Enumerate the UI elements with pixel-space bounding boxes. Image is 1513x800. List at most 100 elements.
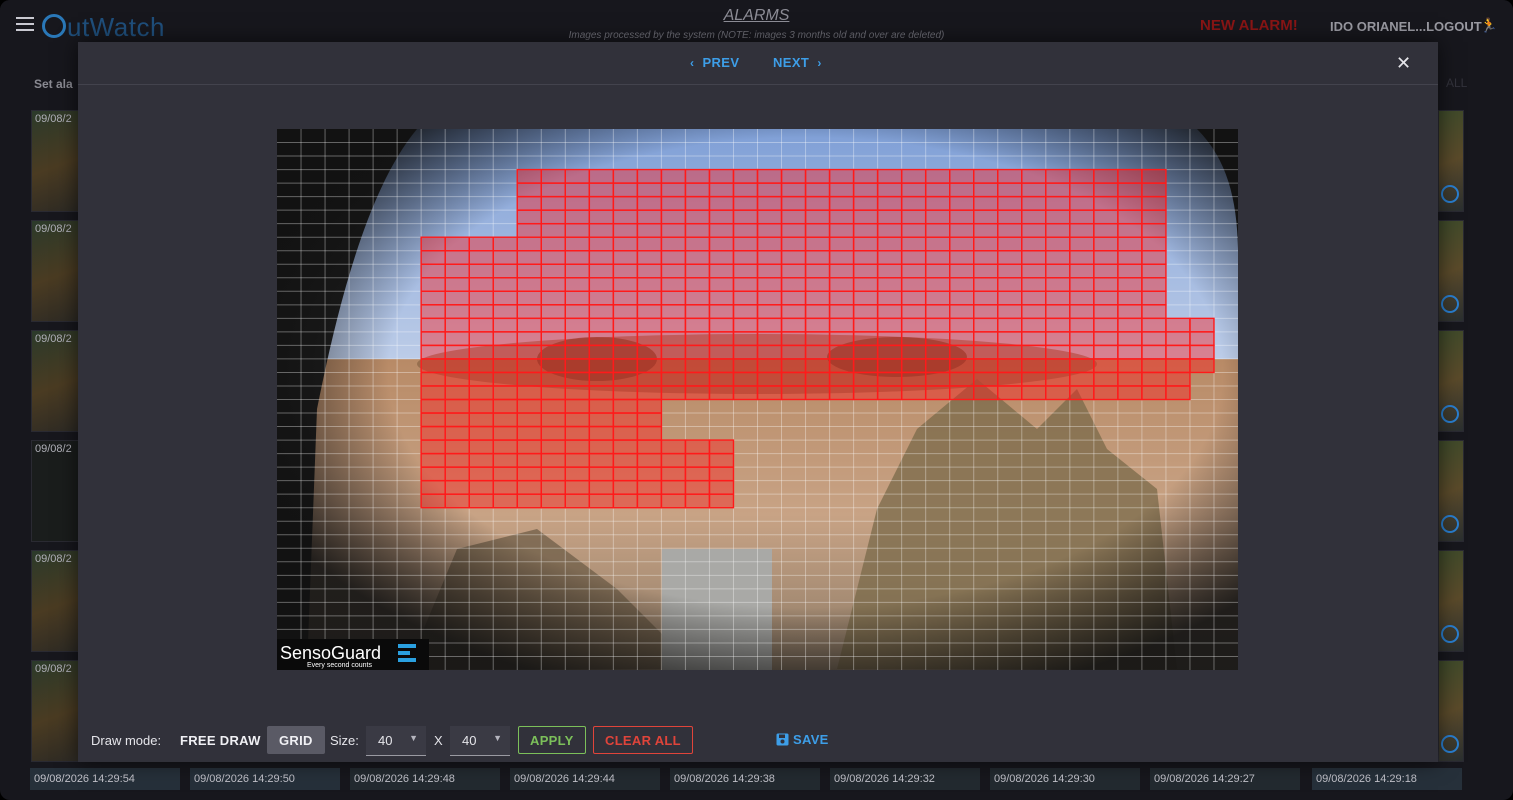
grid-cell-selected[interactable] [1093,195,1119,211]
grid-cell-selected[interactable] [732,371,759,387]
grid-cell-selected[interactable] [660,168,687,184]
grid-cell-selected[interactable] [540,304,566,320]
grid-cell-selected[interactable] [924,250,951,265]
grid-cell-selected[interactable] [780,290,807,306]
grid-cell-selected[interactable] [468,250,494,265]
grid-cell-selected[interactable] [780,371,807,387]
next-button[interactable]: NEXT › [773,55,822,70]
grid-cell-selected[interactable] [708,263,735,279]
grid-cell-selected[interactable] [684,344,711,360]
grid-cell-selected[interactable] [997,371,1023,387]
grid-cell-selected[interactable] [564,385,591,401]
grid-cell-selected[interactable] [636,182,663,198]
grid-cell-selected[interactable] [516,236,542,252]
grid-cell-selected[interactable] [420,317,446,333]
grid-cell-selected[interactable] [420,425,446,441]
grid-cell-selected[interactable] [973,358,999,374]
grid-cell-selected[interactable] [708,493,735,509]
grid-cell-selected[interactable] [804,209,831,225]
grid-cell-selected[interactable] [852,209,879,225]
grid-cell-selected[interactable] [636,493,663,509]
grid-cell-selected[interactable] [852,344,879,360]
grid-cell-selected[interactable] [636,439,663,455]
grid-cell-selected[interactable] [612,344,639,360]
grid-cell-selected[interactable] [468,425,494,441]
grid-cell-selected[interactable] [1045,371,1071,387]
grid-cell-selected[interactable] [540,331,566,347]
grid-cell-selected[interactable] [564,493,591,509]
prev-button[interactable]: ‹ PREV [690,55,739,70]
grid-cell-selected[interactable] [468,398,494,414]
grid-cell-selected[interactable] [1093,317,1119,333]
grid-cell-selected[interactable] [612,195,639,211]
grid-cell-selected[interactable] [612,236,639,252]
grid-cell-selected[interactable] [540,398,566,414]
grid-cell-selected[interactable] [492,236,518,252]
grid-cell-selected[interactable] [564,331,591,347]
grid-cell-selected[interactable] [1117,317,1143,333]
grid-cell-selected[interactable] [756,371,783,387]
grid-cell-selected[interactable] [420,263,446,279]
grid-cell-selected[interactable] [732,250,759,265]
grid-cell-selected[interactable] [997,358,1023,374]
grid-cell-selected[interactable] [852,371,879,387]
grid-cell-selected[interactable] [468,412,494,428]
grid-cell-selected[interactable] [973,331,999,347]
save-button[interactable]: SAVE [776,732,829,747]
grid-cell-selected[interactable] [660,331,687,347]
grid-cell-selected[interactable] [708,304,735,320]
grid-cell-selected[interactable] [684,317,711,333]
grid-cell-selected[interactable] [828,277,855,292]
grid-cell-selected[interactable] [564,479,591,495]
grid-cell-selected[interactable] [564,195,591,211]
grid-cell-selected[interactable] [516,195,542,211]
grid-cell-selected[interactable] [420,331,446,347]
grid-cell-selected[interactable] [1069,371,1095,387]
grid-cell-selected[interactable] [612,182,639,198]
grid-cell-selected[interactable] [924,263,951,279]
grid-cell-selected[interactable] [1093,290,1119,306]
grid-cell-selected[interactable] [973,317,999,333]
grid-cell-selected[interactable] [564,290,591,306]
grid-cell-selected[interactable] [828,358,855,374]
grid-cell-selected[interactable] [492,439,518,455]
grid-cell-selected[interactable] [444,263,470,279]
grid-cell-selected[interactable] [660,195,687,211]
grid-cell-selected[interactable] [997,304,1023,320]
grid-cell-selected[interactable] [852,331,879,347]
grid-cell-selected[interactable] [516,168,542,184]
grid-cell-selected[interactable] [516,290,542,306]
grid-cell-selected[interactable] [1141,317,1167,333]
grid-cell-selected[interactable] [876,317,903,333]
grid-cell-selected[interactable] [949,209,975,225]
grid-cell-selected[interactable] [900,236,927,252]
grid-cell-selected[interactable] [924,168,951,184]
grid-cell-selected[interactable] [420,277,446,292]
grid-cell-selected[interactable] [780,385,807,401]
grid-cell-selected[interactable] [1069,209,1095,225]
grid-cell-selected[interactable] [997,209,1023,225]
grid-cell-selected[interactable] [1117,236,1143,252]
grid-cell-selected[interactable] [1069,250,1095,265]
grid-cell-selected[interactable] [516,452,542,468]
grid-cell-selected[interactable] [708,385,735,401]
grid-cell-selected[interactable] [756,168,783,184]
grid-cell-selected[interactable] [900,385,927,401]
alarm-thumbnail[interactable] [1438,220,1464,322]
grid-cell-selected[interactable] [852,290,879,306]
grid-cell-selected[interactable] [636,358,663,374]
grid-cell-selected[interactable] [900,304,927,320]
grid-cell-selected[interactable] [588,344,615,360]
grid-cell-selected[interactable] [684,168,711,184]
grid-cell-selected[interactable] [516,385,542,401]
grid-cell-selected[interactable] [516,466,542,482]
grid-cell-selected[interactable] [949,263,975,279]
grid-cell-selected[interactable] [660,358,687,374]
grid-cell-selected[interactable] [997,168,1023,184]
grid-cell-selected[interactable] [949,358,975,374]
grid-cell-selected[interactable] [876,195,903,211]
close-icon[interactable]: ✕ [1396,53,1411,74]
grid-cell-selected[interactable] [636,344,663,360]
grid-cell-selected[interactable] [588,236,615,252]
grid-cell-selected[interactable] [973,277,999,292]
